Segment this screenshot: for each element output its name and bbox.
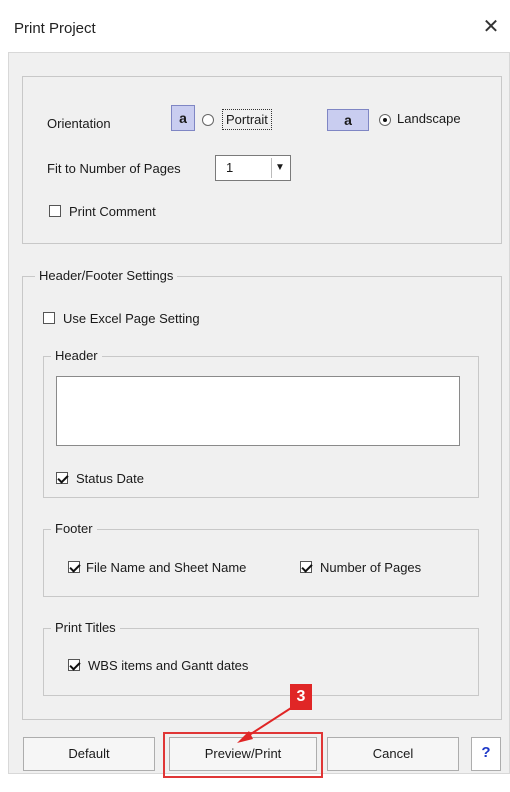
portrait-label[interactable]: Portrait — [222, 109, 272, 130]
fit-pages-value: 1 — [226, 160, 234, 175]
print-titles-legend: Print Titles — [51, 620, 120, 635]
portrait-icon: a — [171, 105, 195, 131]
dialog-body: Orientation a Portrait a Landscape Fit t… — [8, 52, 510, 778]
header-legend: Header — [51, 348, 102, 363]
default-button[interactable]: Default — [23, 737, 155, 771]
wbs-checkbox[interactable] — [68, 659, 80, 671]
num-pages-label[interactable]: Number of Pages — [320, 560, 421, 575]
num-pages-checkbox[interactable] — [300, 561, 312, 573]
portrait-radio[interactable] — [202, 114, 214, 126]
wbs-label[interactable]: WBS items and Gantt dates — [88, 658, 248, 673]
step-badge: 3 — [290, 684, 312, 710]
fit-pages-select[interactable]: 1 ▼ — [215, 155, 291, 181]
print-comment-checkbox[interactable] — [49, 205, 61, 217]
use-excel-label[interactable]: Use Excel Page Setting — [63, 311, 200, 326]
footer-legend: Footer — [51, 521, 97, 536]
help-icon[interactable]: ? — [471, 737, 501, 771]
status-date-label[interactable]: Status Date — [76, 471, 144, 486]
landscape-label[interactable]: Landscape — [397, 111, 461, 126]
status-date-checkbox[interactable] — [56, 472, 68, 484]
title-bar: Print Project ✕ — [0, 0, 510, 52]
dialog-title: Print Project — [14, 20, 96, 37]
header-text-input[interactable] — [56, 376, 460, 446]
file-name-checkbox[interactable] — [68, 561, 80, 573]
landscape-radio[interactable] — [379, 114, 391, 126]
chevron-down-icon[interactable]: ▼ — [271, 158, 288, 178]
file-name-label[interactable]: File Name and Sheet Name — [86, 560, 246, 575]
print-comment-label[interactable]: Print Comment — [69, 204, 156, 219]
landscape-icon: a — [327, 109, 369, 131]
header-footer-legend: Header/Footer Settings — [35, 268, 178, 283]
use-excel-checkbox[interactable] — [43, 312, 55, 324]
orientation-label: Orientation — [47, 116, 111, 131]
cancel-button[interactable]: Cancel — [327, 737, 459, 771]
print-project-dialog: Print Project ✕ Orientation a Portrait a… — [0, 0, 510, 792]
close-icon[interactable]: ✕ — [478, 14, 504, 40]
fit-pages-label: Fit to Number of Pages — [47, 161, 181, 176]
